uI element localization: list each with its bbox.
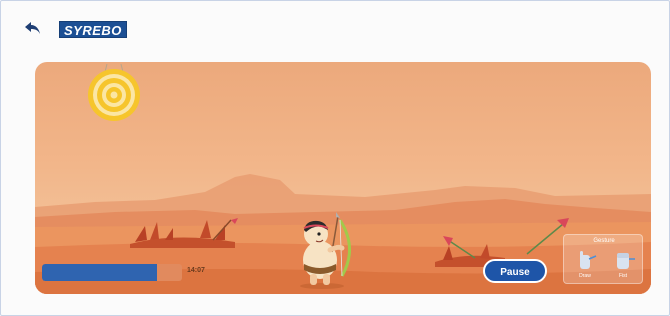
app-window: SYREBO 14:07 Pause Gesture Draw Fist xyxy=(0,0,670,316)
archery-target xyxy=(88,64,140,121)
logo: SYREBO xyxy=(59,21,127,38)
gesture-panel: Gesture Draw Fist xyxy=(563,234,643,284)
hand-draw-icon xyxy=(580,251,597,269)
progress-bar xyxy=(42,264,182,281)
hand-fist-icon xyxy=(617,253,635,269)
progress-fill xyxy=(42,264,157,281)
gesture-label-draw: Draw xyxy=(579,273,591,279)
gesture-label-fist: Fist xyxy=(618,273,628,279)
game-scene: 14:07 Pause Gesture Draw Fist xyxy=(35,62,651,294)
gesture-panel-title: Gesture xyxy=(593,238,615,244)
top-bar: SYREBO xyxy=(1,1,669,45)
back-arrow-icon[interactable] xyxy=(23,20,43,36)
archer-character xyxy=(300,212,351,289)
pause-button[interactable]: Pause xyxy=(483,259,547,283)
timer-text: 14:07 xyxy=(187,267,205,274)
